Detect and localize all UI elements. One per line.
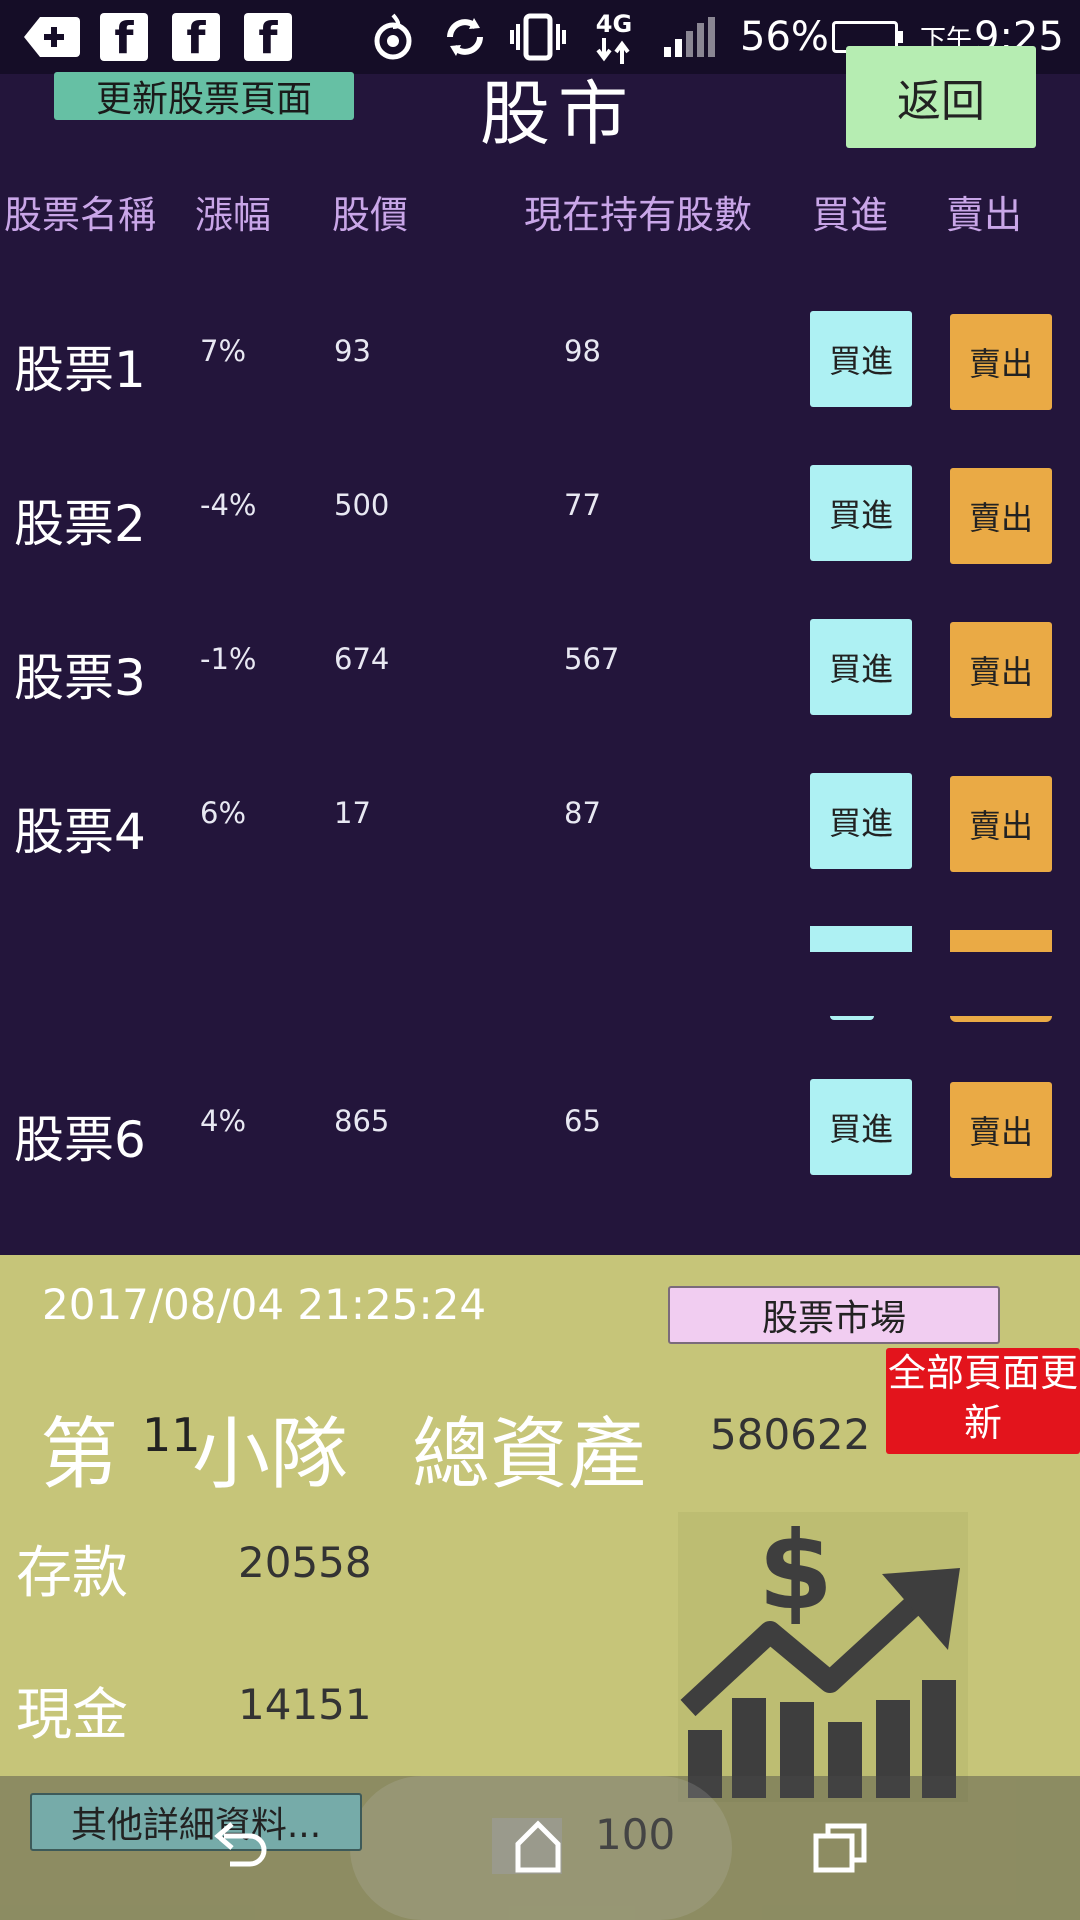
stock-name: 股票3	[14, 649, 146, 707]
buy-button[interactable]: 買進	[810, 1079, 912, 1175]
money-growth-chart-icon: $	[678, 1512, 968, 1802]
cash-value: 14151	[238, 1680, 372, 1729]
stock-held: 77	[564, 488, 601, 522]
signal-icon	[664, 0, 715, 74]
back-button[interactable]: 返回	[846, 46, 1036, 148]
deposit-label: 存款	[16, 1541, 128, 1606]
page-title: 股市	[480, 73, 636, 155]
svg-text:$: $	[758, 1512, 833, 1634]
sell-button[interactable]: 賣出	[950, 776, 1052, 872]
stock-held: 567	[564, 642, 620, 676]
stock-name: 股票6	[14, 1111, 146, 1169]
stock-change: 7%	[200, 334, 247, 368]
sell-button[interactable]: 賣出	[950, 468, 1052, 564]
facebook-icon: f	[100, 13, 148, 61]
stock-change: 6%	[200, 796, 247, 830]
deposit-value: 20558	[238, 1538, 372, 1587]
datetime-label: 2017/08/04 21:25:24	[42, 1280, 487, 1329]
column-header-held: 現在持有股數	[524, 193, 753, 237]
stock-change: 4%	[200, 1104, 247, 1138]
team-prefix: 第	[40, 1410, 119, 1500]
stock-price: 17	[334, 796, 371, 830]
stock-name: 股票2	[14, 495, 146, 553]
home-nav-icon[interactable]	[512, 1820, 564, 1874]
nav-count: 100	[595, 1810, 676, 1859]
column-header-sell: 賣出	[946, 193, 1023, 237]
stock-name: 股票4	[14, 803, 146, 861]
column-header-change: 漲幅	[195, 193, 272, 237]
stock-price: 865	[334, 1104, 390, 1138]
stock-price: 93	[334, 334, 371, 368]
stock-change: -4%	[200, 488, 257, 522]
team-suffix: 小隊	[192, 1410, 349, 1500]
stock-held: 65	[564, 1104, 601, 1138]
sell-button[interactable]: 賣出	[950, 622, 1052, 718]
sell-button[interactable]: 賣出	[950, 1082, 1052, 1178]
stock-name: 股票1	[14, 341, 146, 399]
column-header-price: 股價	[332, 193, 409, 237]
more-details-button[interactable]: 其他詳細資料...	[30, 1793, 362, 1851]
buy-button[interactable]: 買進	[810, 773, 912, 869]
refresh-all-label-line1: 全部頁面更	[887, 1351, 1078, 1395]
recent-apps-icon[interactable]	[812, 1822, 868, 1874]
facebook-icon: f	[172, 13, 220, 61]
stock-price: 674	[334, 642, 390, 676]
glitched-row	[0, 912, 1080, 952]
stock-market-button[interactable]: 股票市場	[668, 1286, 1000, 1344]
refresh-all-label-line2: 新	[963, 1401, 1002, 1445]
fire-icon	[372, 0, 414, 74]
back-nav-icon[interactable]	[210, 1820, 270, 1876]
glitched-row-tail	[0, 1016, 1080, 1026]
stock-held: 98	[564, 334, 601, 368]
stock-change: -1%	[200, 642, 257, 676]
update-stocks-button[interactable]: 更新股票頁面	[54, 72, 354, 120]
notification-add-icon	[24, 0, 80, 74]
total-assets-label: 總資產	[412, 1410, 647, 1500]
refresh-all-button[interactable]: 全部頁面更 新	[886, 1348, 1080, 1454]
total-assets-value: 580622	[710, 1410, 871, 1459]
buy-button[interactable]: 買進	[810, 619, 912, 715]
cash-label: 現金	[16, 1683, 128, 1748]
column-header-buy: 買進	[812, 193, 889, 237]
stock-price: 500	[334, 488, 390, 522]
facebook-icon: f	[244, 13, 292, 61]
stock-held: 87	[564, 796, 601, 830]
buy-button[interactable]: 買進	[810, 311, 912, 407]
battery-percent: 56%	[740, 14, 829, 60]
sell-button[interactable]: 賣出	[950, 314, 1052, 410]
column-header-name: 股票名稱	[4, 193, 157, 237]
buy-button[interactable]: 買進	[810, 465, 912, 561]
